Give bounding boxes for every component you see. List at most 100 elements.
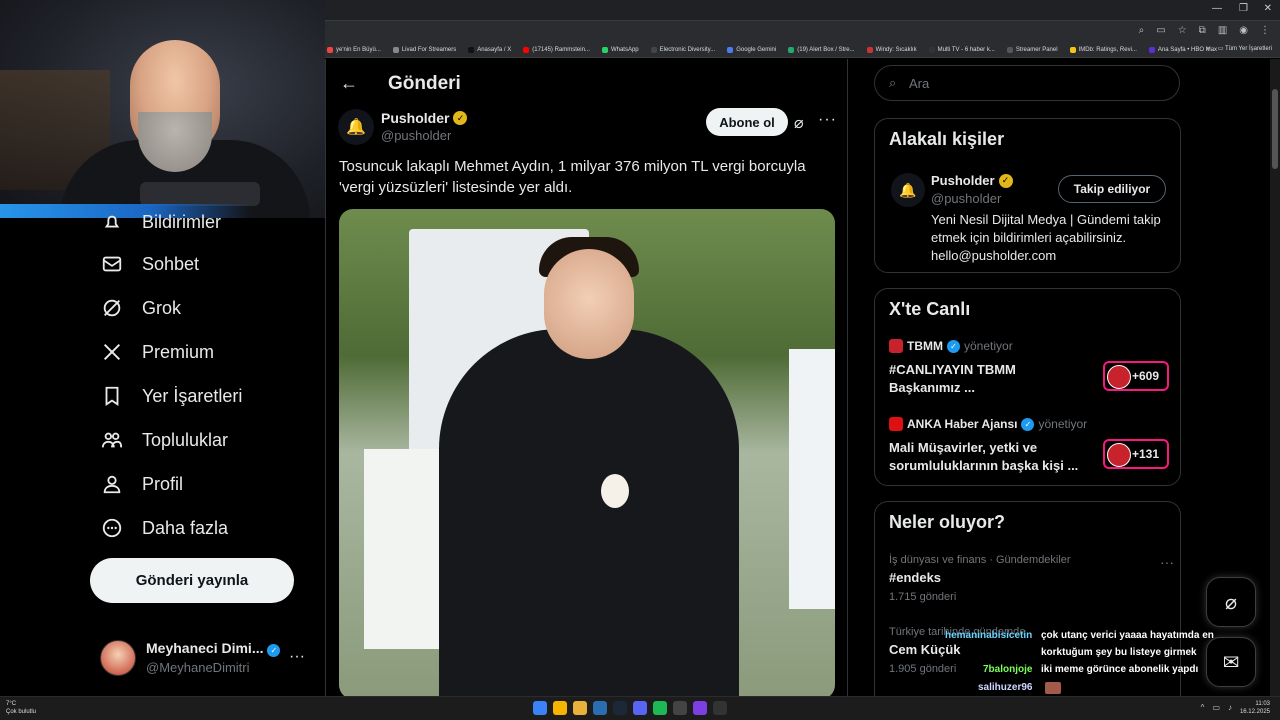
nav-item-7[interactable]: Profil (100, 472, 183, 496)
bookmark-item[interactable]: Streamer Panel (1006, 46, 1058, 53)
clock-time: 11:03 (1255, 701, 1270, 707)
extensions-icon[interactable]: ⧉ (1199, 25, 1206, 36)
back-arrow-icon[interactable]: ← (340, 73, 358, 94)
live-source-suffix: yönetiyor (1038, 417, 1088, 431)
bookmark-label: Streamer Panel (1015, 46, 1058, 53)
cast-icon[interactable]: ▭ (1156, 25, 1165, 36)
nav-item-2[interactable]: Sohbet (100, 252, 199, 276)
live-item[interactable]: TBMM ✓ yönetiyor #CANLIYAYIN TBMM Başkanımı… (889, 339, 1169, 397)
following-button[interactable]: Takip ediliyor (1058, 175, 1166, 203)
author-name[interactable]: Pusholder ✓ (381, 110, 468, 126)
bell-icon[interactable]: 🔔 (338, 109, 374, 145)
zoom-icon[interactable]: ⌕ (1139, 25, 1145, 36)
post-button[interactable]: Gönderi yayınla (90, 558, 294, 603)
live-listener-count[interactable]: +609 (1103, 361, 1169, 391)
trend-item[interactable]: İş dünyası ve finans · Gündemdekiler #end… (889, 554, 1174, 603)
weather-widget[interactable]: 7°C Çok bulutlu (6, 700, 36, 716)
trend-more-icon[interactable]: ··· (1160, 554, 1174, 570)
subscribe-button[interactable]: Abone ol (706, 108, 788, 136)
live-source-suffix: yönetiyor (964, 339, 1013, 353)
account-switcher[interactable]: Meyhaneci Dimi... ✓ @MeyhaneDimitri ··· (100, 638, 315, 682)
profile-avatar-icon[interactable]: ◉ (1239, 25, 1248, 36)
bookmark-item[interactable]: Livad For Streamers (392, 46, 456, 53)
live-item[interactable]: ANKA Haber Ajansı ✓ yönetiyor Mali Müşavirl… (889, 417, 1169, 475)
profile-icon (100, 472, 124, 496)
bookmark-item[interactable]: Multi TV - 6 haber k... (928, 46, 995, 53)
chat-username: hemaninabisicetin (945, 630, 1033, 641)
nav-item-4[interactable]: Premium (100, 340, 214, 364)
grok-icon[interactable]: ⌀ (794, 113, 804, 133)
live-listener-count[interactable]: +131 (1103, 439, 1169, 469)
search-input[interactable]: ⌕ Ara (874, 65, 1180, 101)
clock[interactable]: 11:03 16.12.2025 (1240, 700, 1270, 716)
discord-icon[interactable] (633, 701, 647, 715)
messages-fab-icon[interactable]: ✉ (1206, 637, 1256, 687)
more-circle-icon (100, 516, 124, 540)
photo-banner-right (789, 349, 835, 609)
epic-games-icon[interactable] (673, 701, 687, 715)
sidepanel-icon[interactable]: ▥ (1218, 25, 1227, 36)
bookmark-item[interactable]: ye'nin En Büyü... (327, 46, 381, 53)
bookmark-item[interactable]: IMDb: Ratings, Revi... (1069, 46, 1137, 53)
related-handle[interactable]: @pusholder (931, 191, 1001, 206)
star-icon[interactable]: ☆ (1178, 25, 1187, 36)
bookmark-favicon-icon (327, 46, 333, 53)
nav-item-label: Daha fazla (142, 517, 229, 538)
bookmark-favicon-icon (1148, 46, 1155, 53)
bookmark-item[interactable]: (17145) Rammstein... (523, 46, 590, 53)
more-icon[interactable]: ··· (289, 648, 305, 666)
close-icon[interactable]: ✕ (1264, 3, 1272, 14)
avatar (100, 640, 136, 676)
file-explorer-icon[interactable] (573, 701, 587, 715)
scrollbar-thumb[interactable] (1272, 89, 1278, 169)
page-scrollbar[interactable] (1270, 59, 1280, 696)
volume-icon[interactable]: ♪ (1228, 703, 1232, 712)
bookmark-label: Anasayfa / X (477, 46, 512, 53)
chat-message: iki meme görünce abonelik yapdı (1041, 664, 1198, 675)
bookmark-favicon-icon (928, 46, 935, 53)
app-icon[interactable] (593, 701, 607, 715)
nav-item-6[interactable]: Topluluklar (100, 428, 228, 452)
bookmark-item[interactable]: (19) Alert Box / Stre... (788, 46, 855, 53)
nav-item-3[interactable]: Grok (100, 296, 181, 320)
live-card: X'te Canlı TBMM ✓ yönetiyor #CANLIYAYIN TBM… (874, 288, 1181, 486)
grok-fab-icon[interactable]: ⌀ (1206, 577, 1256, 627)
nav-item-8[interactable]: Daha fazla (100, 516, 228, 540)
menu-icon[interactable]: ⋮ (1260, 25, 1270, 36)
bell-icon[interactable]: 🔔 (891, 173, 925, 207)
chrome-icon[interactable] (553, 701, 567, 715)
all-bookmarks-link[interactable]: Tüm Yer İşaretleri (1225, 46, 1272, 52)
more-bookmarks-icon[interactable]: » (1206, 46, 1209, 52)
search-icon: ⌕ (889, 75, 897, 90)
bookmark-item[interactable]: WhatsApp (601, 46, 639, 53)
streaming-app-icon[interactable] (693, 701, 707, 715)
communities-icon (100, 428, 124, 452)
bookmark-label: Multi TV - 6 haber k... (937, 46, 995, 53)
bookmark-label: Electronic Diversity... (659, 46, 716, 53)
bookmark-favicon-icon (468, 46, 475, 53)
steam-icon[interactable] (613, 701, 627, 715)
author-handle[interactable]: @pusholder (381, 128, 451, 143)
chevron-up-icon[interactable]: ^ (1201, 703, 1205, 712)
chat-username: 7balonjoje (983, 664, 1033, 675)
bookmark-item[interactable]: Anasayfa / X (468, 46, 512, 53)
bookmark-favicon-icon (727, 46, 734, 53)
related-name[interactable]: Pusholder ✓ (931, 173, 1013, 188)
post-photo[interactable] (339, 209, 835, 696)
windows-start-icon[interactable] (533, 701, 547, 715)
nav-item-label: Bildirimler (142, 211, 222, 232)
related-bio: Yeni Nesil Dijital Medya | Gündemi takip… (931, 212, 1161, 263)
network-icon[interactable]: ▭ (1212, 703, 1220, 712)
bookmark-item[interactable]: Windy: Sıcaklık (866, 46, 917, 53)
bookmark-item[interactable]: Electronic Diversity... (650, 46, 716, 53)
bookmark-label: ye'nin En Büyü... (336, 46, 381, 53)
spotify-icon[interactable] (653, 701, 667, 715)
maximize-icon[interactable]: ❐ (1239, 3, 1248, 14)
bookmark-item[interactable]: Google Gemini (727, 46, 776, 53)
post-text: Tosuncuk lakaplı Mehmet Aydın, 1 milyar … (339, 158, 806, 196)
more-options-icon[interactable]: ··· (818, 111, 837, 129)
nav-item-1[interactable]: Bildirimler (100, 210, 221, 234)
minimize-icon[interactable]: — (1212, 3, 1222, 14)
nav-item-5[interactable]: Yer İşaretleri (100, 384, 242, 408)
obs-icon[interactable] (713, 701, 727, 715)
